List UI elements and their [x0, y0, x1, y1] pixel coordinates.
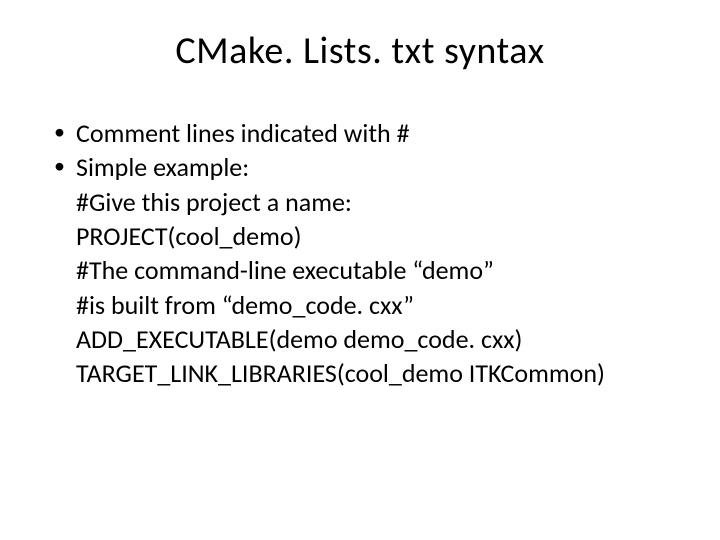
bullet-item: Simple example:: [48, 150, 672, 184]
code-line: #Give this project a name:: [76, 185, 672, 219]
code-line: ADD_EXECUTABLE(demo demo_code. cxx): [76, 322, 672, 356]
code-line: TARGET_LINK_LIBRARIES(cool_demo ITKCommo…: [76, 356, 672, 390]
code-line: #The command-line executable “demo”: [76, 253, 672, 287]
bullet-item: Comment lines indicated with #: [48, 116, 672, 150]
code-line: #is built from “demo_code. cxx”: [76, 288, 672, 322]
slide-title: CMake. Lists. txt syntax: [48, 28, 672, 74]
slide: CMake. Lists. txt syntax Comment lines i…: [0, 0, 720, 540]
code-line: PROJECT(cool_demo): [76, 219, 672, 253]
code-example: #Give this project a name: PROJECT(cool_…: [48, 185, 672, 391]
bullet-list: Comment lines indicated with # Simple ex…: [48, 116, 672, 185]
